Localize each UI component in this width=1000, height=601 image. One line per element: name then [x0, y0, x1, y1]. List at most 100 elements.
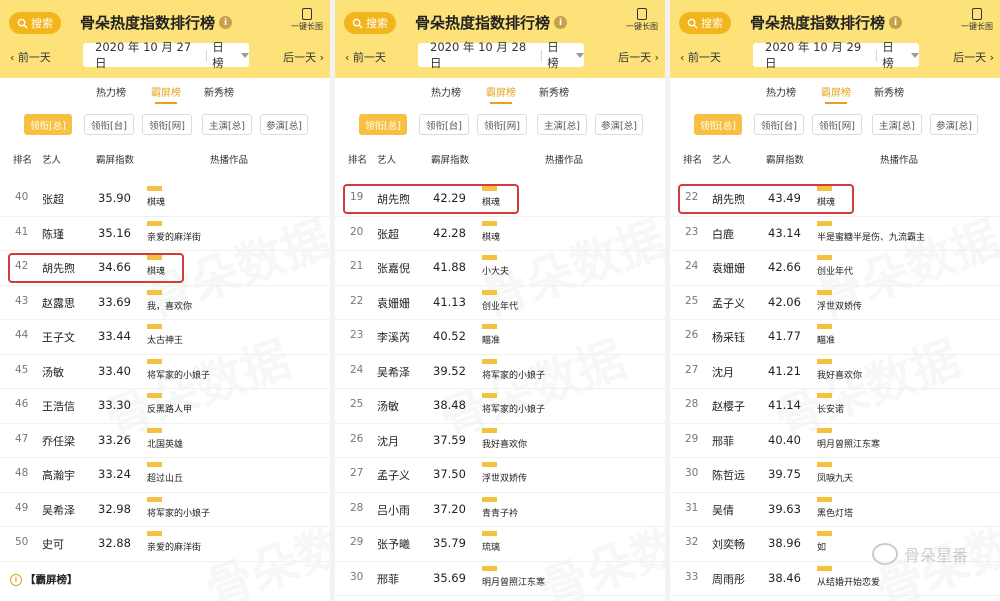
- ranking-row[interactable]: 41 陈瑾 35.16 亲爱的麻洋街: [0, 217, 330, 251]
- panel-separator: [665, 0, 670, 601]
- tab-1[interactable]: 霸屏榜: [151, 84, 181, 104]
- artist-name: 王子文: [42, 331, 75, 344]
- column-artist: 艺人: [377, 155, 397, 166]
- info-icon[interactable]: i: [219, 16, 233, 29]
- tab-0[interactable]: 热力榜: [431, 84, 461, 99]
- info-icon[interactable]: i: [889, 16, 903, 29]
- ranking-row[interactable]: 20 张超 42.28 棋魂: [335, 217, 665, 251]
- next-day-button[interactable]: 后一天 ›: [283, 49, 324, 65]
- long-image-button[interactable]: 一键长图: [960, 8, 994, 32]
- ranking-row[interactable]: 24 吴希泽 39.52 将军家的小娘子: [335, 355, 665, 389]
- ranking-row[interactable]: 31 吴倩 39.63 黑色灯塔: [670, 493, 1000, 527]
- ranking-row[interactable]: 28 赵樱子 41.14 长安诺: [670, 389, 1000, 424]
- index-value: 41.88: [433, 260, 466, 274]
- ranking-row[interactable]: 30 邢菲 35.69 明月曾照江东寒: [335, 562, 665, 596]
- prev-day-button[interactable]: ‹ 前一天: [10, 49, 51, 65]
- date-selector[interactable]: 2020 年 10 月 27 日 | 日榜: [83, 40, 249, 70]
- work-title: 将军家的小娘子: [147, 508, 211, 519]
- filter-chip-4[interactable]: 参演[总]: [595, 114, 643, 135]
- ranking-row[interactable]: 29 张予曦 35.79 琉璃: [335, 527, 665, 562]
- index-value: 35.79: [433, 536, 466, 550]
- next-day-button[interactable]: 后一天 ›: [953, 49, 994, 65]
- search-icon: [17, 18, 28, 29]
- tab-0[interactable]: 热力榜: [96, 84, 126, 99]
- ranking-row[interactable]: 26 沈月 37.59 我好喜欢你: [335, 424, 665, 458]
- ranking-row[interactable]: 19 胡先煦 42.29 棋魂: [335, 182, 665, 217]
- date-selector[interactable]: 2020 年 10 月 29 日 | 日榜: [753, 40, 919, 70]
- filter-chip-3[interactable]: 主演[总]: [872, 114, 922, 135]
- ranking-row[interactable]: 28 吕小雨 37.20 青青子衿: [335, 493, 665, 527]
- next-day-label: 后一天: [953, 51, 987, 64]
- ranking-row[interactable]: 27 孟子义 37.50 浮世双娇传: [335, 458, 665, 493]
- ranking-row[interactable]: 22 袁姗姗 41.13 创业年代: [335, 286, 665, 320]
- ranking-row[interactable]: 23 白鹿 43.14 半是蜜糖半是伤、九流霸主: [670, 217, 1000, 251]
- filter-chip-2[interactable]: 领衔[网]: [477, 114, 527, 135]
- index-value: 38.46: [768, 570, 801, 585]
- next-day-button[interactable]: 后一天 ›: [618, 49, 659, 65]
- ranking-row[interactable]: 33 周雨彤 38.46 从结婚开始恋爱: [670, 562, 1000, 596]
- ranking-row[interactable]: 26 杨采钰 41.77 瞄准: [670, 320, 1000, 355]
- filter-chip-1[interactable]: 领衔[台]: [754, 114, 804, 135]
- filter-chip-3[interactable]: 主演[总]: [537, 114, 587, 135]
- ranking-row[interactable]: 40 张超 35.90 棋魂: [0, 182, 330, 217]
- filter-chip-3[interactable]: 主演[总]: [202, 114, 252, 135]
- prev-day-button[interactable]: ‹ 前一天: [345, 49, 386, 65]
- rank-number: 29: [350, 536, 364, 548]
- search-button[interactable]: 搜索: [679, 12, 731, 34]
- date-selector[interactable]: 2020 年 10 月 28 日 | 日榜: [418, 40, 584, 70]
- long-image-button[interactable]: 一键长图: [290, 8, 324, 32]
- column-header: 排名 艺人 霸屏指数 热播作品: [670, 152, 1000, 168]
- filter-chip-0[interactable]: 领衔[总]: [694, 114, 742, 135]
- ranking-row[interactable]: 30 陈哲远 39.75 凤唳九天: [670, 458, 1000, 493]
- ranking-row[interactable]: 50 史可 32.88 亲爱的麻洋街: [0, 527, 330, 562]
- ranking-row[interactable]: 22 胡先煦 43.49 棋魂: [670, 182, 1000, 217]
- ranking-row[interactable]: 27 沈月 41.21 我好喜欢你: [670, 355, 1000, 389]
- ranking-row[interactable]: 21 张嘉倪 41.88 小大夫: [335, 251, 665, 286]
- ranking-row[interactable]: 23 李溪芮 40.52 瞄准: [335, 320, 665, 355]
- filter-chip-1[interactable]: 领衔[台]: [419, 114, 469, 135]
- ranking-row[interactable]: 46 王浩信 33.30 反黑路人甲: [0, 389, 330, 424]
- ranking-row[interactable]: 48 高瀚宇 33.24 超过山丘: [0, 458, 330, 493]
- filter-chip-4[interactable]: 参演[总]: [260, 114, 308, 135]
- footer-note: i 【霸屏榜】: [10, 572, 78, 587]
- index-value: 33.30: [98, 398, 131, 412]
- ranking-row[interactable]: 47 乔任梁 33.26 北国英雄: [0, 424, 330, 458]
- period-text: 日榜: [547, 40, 559, 70]
- artist-name: 张嘉倪: [377, 262, 410, 275]
- tab-2[interactable]: 新秀榜: [204, 84, 234, 99]
- ranking-row[interactable]: 49 吴希泽 32.98 将军家的小娘子: [0, 493, 330, 527]
- ranking-row[interactable]: 29 邢菲 40.40 明月曾照江东寒: [670, 424, 1000, 458]
- search-button[interactable]: 搜索: [344, 12, 396, 34]
- ranking-row[interactable]: 25 孟子义 42.06 浮世双娇传: [670, 286, 1000, 320]
- tab-0[interactable]: 热力榜: [766, 84, 796, 99]
- search-icon: [687, 18, 698, 29]
- work-bar: [147, 393, 162, 398]
- ranking-row[interactable]: 44 王子文 33.44 太古神王: [0, 320, 330, 355]
- filter-chip-2[interactable]: 领衔[网]: [142, 114, 192, 135]
- tab-2[interactable]: 新秀榜: [539, 84, 569, 99]
- index-value: 37.50: [433, 467, 466, 481]
- ranking-row[interactable]: 43 赵露思 33.69 我，喜欢你: [0, 286, 330, 320]
- work-bar: [147, 358, 162, 364]
- tab-1[interactable]: 霸屏榜: [486, 84, 516, 104]
- index-value: 33.40: [98, 363, 131, 378]
- filter-chip-0[interactable]: 领衔[总]: [24, 114, 72, 135]
- ranking-row[interactable]: 42 胡先煦 34.66 棋魂: [0, 251, 330, 286]
- long-image-button[interactable]: 一键长图: [625, 8, 659, 32]
- tab-1[interactable]: 霸屏榜: [821, 84, 851, 104]
- tab-2[interactable]: 新秀榜: [874, 84, 904, 99]
- info-icon[interactable]: i: [554, 16, 568, 29]
- date-text: 2020 年 10 月 28 日: [430, 40, 527, 70]
- ranking-row[interactable]: 45 汤敏 33.40 将军家的小娘子: [0, 355, 330, 389]
- prev-day-button[interactable]: ‹ 前一天: [680, 49, 721, 65]
- filter-chip-1[interactable]: 领衔[台]: [84, 114, 134, 135]
- filter-chip-2[interactable]: 领衔[网]: [812, 114, 862, 135]
- ranking-row[interactable]: 24 袁姗姗 42.66 创业年代: [670, 251, 1000, 286]
- search-button[interactable]: 搜索: [9, 12, 61, 34]
- column-artist: 艺人: [712, 155, 732, 166]
- filter-chip-4[interactable]: 参演[总]: [930, 114, 978, 135]
- ranking-row[interactable]: 25 汤敏 38.48 将军家的小娘子: [335, 389, 665, 424]
- filter-chip-0[interactable]: 领衔[总]: [359, 114, 407, 135]
- date-divider: |: [874, 48, 879, 62]
- wechat-icon: [871, 543, 898, 565]
